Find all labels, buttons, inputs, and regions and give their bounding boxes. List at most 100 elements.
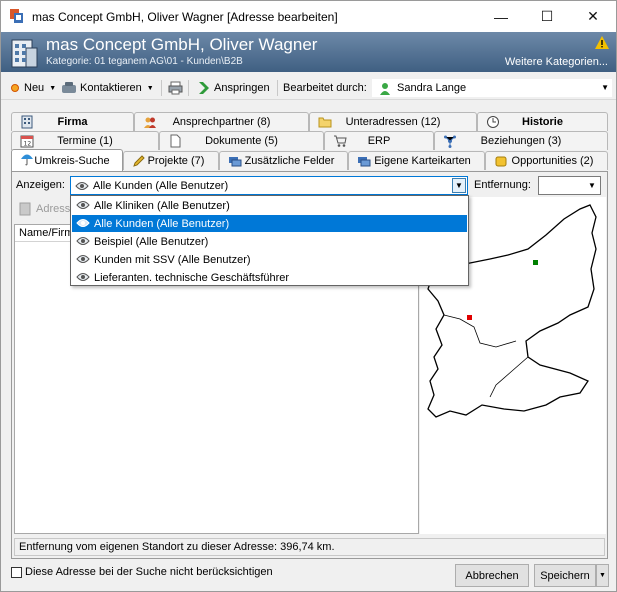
eye-icon (76, 255, 90, 263)
address-edit-window: mas Concept GmbH, Oliver Wagner [Adresse… (0, 0, 617, 592)
toolbar-separator (277, 80, 278, 96)
save-options-button[interactable]: ▼ (596, 564, 609, 587)
building-icon (21, 115, 33, 129)
tab-label: Dokumente (5) (205, 135, 278, 147)
eye-icon (76, 219, 90, 227)
edited-by-select[interactable]: Sandra Lange ▼ (372, 79, 612, 97)
chevron-down-icon: ▼ (599, 572, 606, 579)
jump-arrow-icon (199, 82, 209, 94)
window-title: mas Concept GmbH, Oliver Wagner [Adresse… (32, 10, 338, 24)
cards-icon (358, 157, 371, 167)
jump-button-label: Anspringen (214, 82, 270, 94)
save-button[interactable]: Speichern (534, 564, 596, 587)
app-icon (10, 9, 23, 23)
tab-subaddresses[interactable]: Unteradressen (12) (309, 112, 477, 131)
tab-relations[interactable]: Beziehungen (3) (434, 131, 608, 150)
eye-icon (75, 182, 89, 190)
chevron-down-icon: ▼ (49, 84, 57, 92)
eye-icon (76, 201, 90, 209)
tab-additional-fields[interactable]: Zusätzliche Felder (219, 151, 348, 170)
chevron-down-icon: ▼ (601, 83, 609, 92)
save-button-label: Speichern (540, 569, 590, 582)
new-button[interactable]: Neu ▼ (9, 79, 56, 97)
svg-text:12: 12 (24, 141, 32, 148)
contact-button-label: Kontaktieren (80, 82, 142, 94)
tab-label: Umkreis-Suche (34, 154, 110, 167)
filter-option-label: Alle Kunden (Alle Benutzer) (94, 217, 230, 230)
distance-status-text: Entfernung vom eigenen Standort zu diese… (19, 541, 335, 553)
title-bar[interactable]: mas Concept GmbH, Oliver Wagner [Adresse… (1, 1, 616, 32)
chevron-down-icon[interactable]: ▼ (585, 178, 599, 193)
user-icon (380, 83, 390, 95)
print-button[interactable] (168, 79, 183, 97)
toolbar-separator (161, 80, 162, 96)
close-button[interactable]: ✕ (570, 1, 616, 32)
pencil-icon (133, 155, 145, 167)
address-category: Kategorie: 01 teganem AG\01 - Kunden\B2B (46, 56, 243, 67)
filter-option[interactable]: Beispiel (Alle Benutzer) (72, 233, 467, 250)
contact-button[interactable]: Kontaktieren ▼ (61, 79, 154, 97)
building-icon (11, 39, 38, 68)
sun-icon (11, 84, 19, 92)
own-location-marker[interactable] (533, 260, 538, 265)
tab-opportunities[interactable]: Opportunities (2) (485, 151, 608, 170)
tab-documents[interactable]: Dokumente (5) (159, 131, 324, 150)
distance-label: Entfernung: (474, 179, 531, 191)
chevron-down-icon[interactable]: ▼ (452, 178, 466, 193)
printer-icon (168, 81, 183, 95)
filter-option[interactable]: Kunden mit SSV (Alle Benutzer) (72, 251, 467, 268)
tab-label: Unteradressen (12) (345, 116, 441, 128)
edited-by-label: Bearbeitet durch: (283, 79, 367, 97)
more-categories-link[interactable]: Weitere Kategorien... (505, 56, 608, 68)
minimize-button[interactable]: — (478, 1, 524, 32)
tab-projects[interactable]: Projekte (7) (123, 151, 219, 170)
jump-button[interactable]: Anspringen (197, 79, 270, 97)
tab-label: ERP (367, 135, 391, 147)
phone-icon (62, 82, 76, 93)
filter-option[interactable]: Lieferanten. technische Geschäftsführer (72, 269, 467, 286)
coin-stack-icon (495, 156, 507, 167)
umbrella-icon (21, 154, 33, 166)
tab-history[interactable]: Historie (477, 112, 608, 131)
main-toolbar: Neu ▼ Kontaktieren ▼ Anspringen Bearbeit… (1, 76, 616, 100)
address-header: mas Concept GmbH, Oliver Wagner Kategori… (1, 32, 616, 72)
ignore-address-label: Diese Adresse bei der Suche nicht berück… (25, 566, 273, 578)
cancel-button[interactable]: Abbrechen (455, 564, 529, 587)
address-location-marker[interactable] (467, 315, 472, 320)
warning-icon[interactable] (595, 36, 609, 49)
tab-label: Opportunities (2) (511, 155, 594, 167)
tab-company[interactable]: Firma (11, 112, 134, 131)
edited-by-value: Sandra Lange (397, 82, 467, 94)
tab-custom-cards[interactable]: Eigene Karteikarten (348, 151, 485, 170)
tab-row-3: Umkreis-Suche Projekte (7) Zusätzliche F… (11, 149, 608, 171)
network-icon (444, 135, 456, 148)
tab-row-1: Firma Ansprechpartner (8) Unteradressen … (11, 112, 608, 131)
distance-select[interactable]: ▼ (538, 176, 601, 195)
filter-option-selected[interactable]: Alle Kunden (Alle Benutzer) (72, 215, 467, 232)
toolbar-separator (188, 80, 189, 96)
tab-erp[interactable]: ERP (324, 131, 434, 150)
show-label: Anzeigen: (16, 179, 65, 191)
tab-row-2: 12 Termine (1) Dokumente (5) ERP Beziehu… (11, 131, 608, 150)
filter-select[interactable]: Alle Kunden (Alle Benutzer) ▼ (70, 176, 468, 195)
filter-option-label: Beispiel (Alle Benutzer) (94, 235, 209, 248)
address-book-icon (19, 202, 31, 216)
filter-select-value: Alle Kunden (Alle Benutzer) (93, 180, 229, 192)
filter-option-label: Kunden mit SSV (Alle Benutzer) (94, 253, 251, 266)
filter-option[interactable]: Alle Kliniken (Alle Benutzer) (72, 197, 467, 214)
filter-option-label: Alle Kliniken (Alle Benutzer) (94, 199, 230, 212)
folder-icon (318, 117, 332, 128)
filter-dropdown-list[interactable]: Alle Kliniken (Alle Benutzer) Alle Kunde… (70, 195, 469, 286)
chevron-down-icon: ▼ (146, 84, 154, 92)
cancel-button-label: Abbrechen (465, 569, 519, 582)
ignore-address-checkbox[interactable] (11, 567, 22, 578)
tab-contacts[interactable]: Ansprechpartner (8) (134, 112, 309, 131)
fields-icon (229, 157, 242, 167)
status-bar: Entfernung vom eigenen Standort zu diese… (14, 538, 605, 556)
tab-appointments[interactable]: 12 Termine (1) (11, 131, 159, 150)
tab-radius-search[interactable]: Umkreis-Suche (11, 149, 123, 171)
people-icon (144, 117, 156, 128)
address-button[interactable]: Adresse (18, 202, 76, 216)
edited-by-label-text: Bearbeitet durch: (283, 82, 367, 94)
maximize-button[interactable]: ☐ (524, 1, 570, 32)
